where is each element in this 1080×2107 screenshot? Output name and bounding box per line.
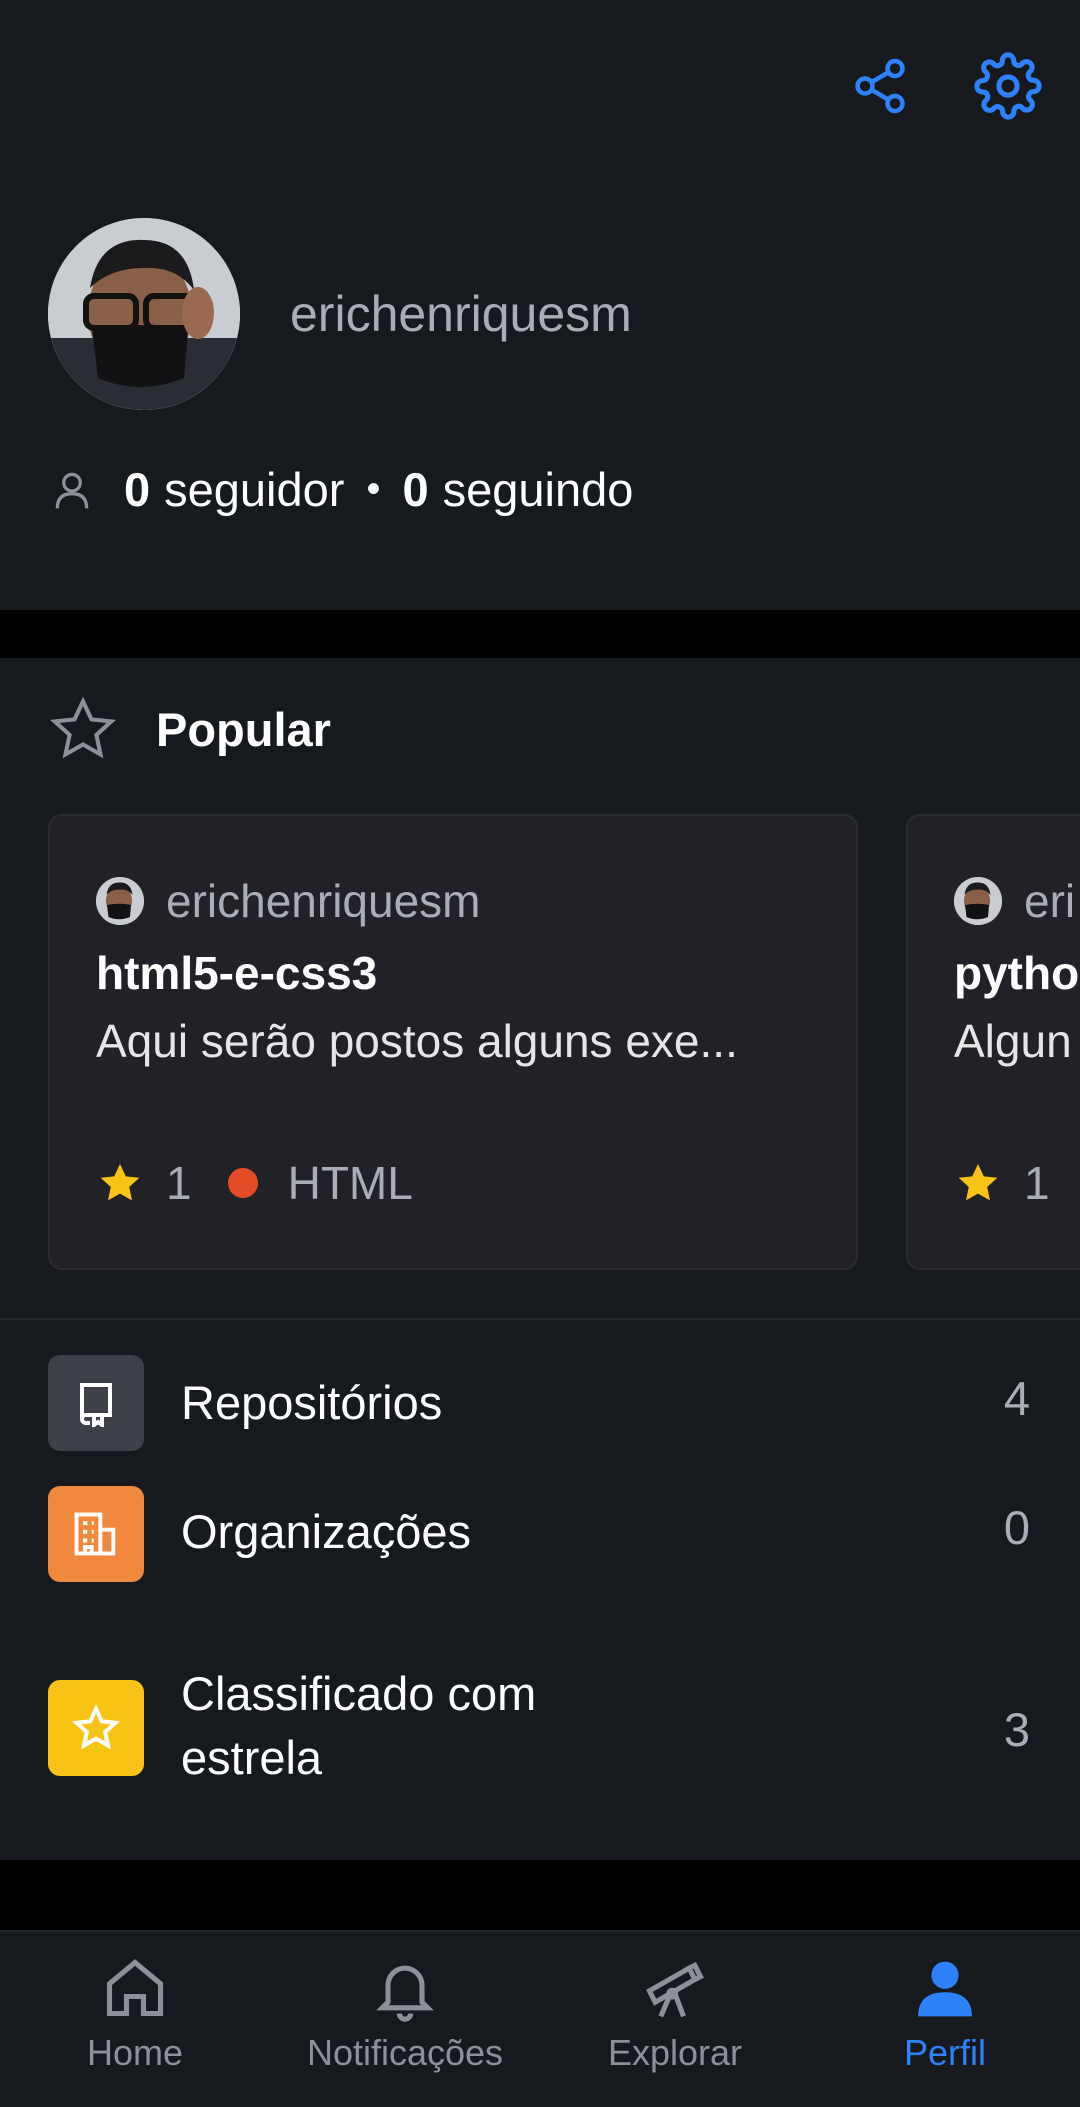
- repo-card[interactable]: erichenriquesm html5-e-css3 Aqui serão p…: [48, 814, 858, 1270]
- repo-language: HTML: [287, 1157, 413, 1209]
- menu-count: 4: [1003, 1372, 1030, 1425]
- nav-profile[interactable]: Perfil: [810, 1954, 1080, 2074]
- owner-avatar: [954, 877, 1002, 925]
- person-outline-icon: [55, 472, 89, 508]
- popular-carousel[interactable]: erichenriquesm html5-e-css3 Aqui serão p…: [0, 814, 1080, 1270]
- menu-item-organizations[interactable]: Organizações 0: [0, 1486, 1080, 1652]
- nav-notifications[interactable]: Notificações: [270, 1954, 540, 2074]
- home-icon: [106, 1959, 164, 2017]
- telescope-icon: [646, 1961, 704, 2018]
- nav-label: Explorar: [607, 2032, 743, 2073]
- repo-card[interactable]: eri pytho Algun 1: [906, 814, 1080, 1270]
- profile-username: erichenriquesm: [290, 286, 632, 342]
- organization-tile: [48, 1486, 144, 1582]
- person-icon: [918, 1961, 972, 2017]
- organization-icon: [74, 1512, 116, 1556]
- top-actions: [844, 50, 1044, 122]
- menu-item-repositories[interactable]: Repositórios 4: [0, 1320, 1080, 1486]
- repo-stars: 1: [1024, 1157, 1050, 1209]
- nav-home[interactable]: Home: [0, 1954, 270, 2074]
- popular-title: Popular: [156, 702, 331, 756]
- repo-tile: [48, 1355, 144, 1451]
- star-icon: [72, 1704, 120, 1750]
- avatar[interactable]: [48, 218, 240, 410]
- profile-page: erichenriquesm 0 seguidor • 0 seguindo P…: [0, 0, 1080, 2107]
- menu-label: Organizações: [181, 1505, 471, 1558]
- star-filled-icon: [958, 1164, 998, 1201]
- star-outline-icon: [49, 696, 117, 759]
- share-button[interactable]: [844, 50, 916, 122]
- repo-description: Aqui serão postos alguns exe...: [96, 1015, 738, 1067]
- nav-label: Perfil: [903, 2032, 987, 2073]
- menu-item-starred[interactable]: Classificado com estrela 3: [0, 1652, 1080, 1858]
- starred-tile: [48, 1680, 144, 1776]
- avatar-photo: [48, 218, 240, 410]
- nav-explore[interactable]: Explorar: [540, 1954, 810, 2074]
- menu-label: Classificado com estrela: [181, 1667, 537, 1784]
- following-count: 0: [402, 463, 429, 516]
- repo-meta: 1 HTML: [96, 1156, 413, 1210]
- profile-header: erichenriquesm 0 seguidor • 0 seguindo: [0, 0, 1080, 610]
- nav-label: Notificações: [306, 2032, 504, 2073]
- owner-name: erichenriquesm: [166, 875, 481, 927]
- repo-name: html5-e-css3: [96, 947, 378, 999]
- menu-count: 3: [1003, 1703, 1030, 1756]
- repo-description: Algun: [954, 1015, 1072, 1067]
- star-filled-icon: [100, 1164, 140, 1201]
- stats-separator: •: [366, 467, 381, 511]
- menu-count: 0: [1003, 1501, 1030, 1554]
- followers-label: seguidor: [164, 463, 345, 516]
- gear-icon: [974, 52, 1042, 120]
- nav-label: Home: [86, 2032, 184, 2073]
- following-label: seguindo: [442, 463, 634, 516]
- popular-section: Popular erichenriquesm html5-e-css3 Aqui…: [0, 658, 1080, 1860]
- repo-meta: 1: [954, 1156, 1050, 1210]
- bottom-navigation: Home Notificações Explorar Perfil: [0, 1930, 1080, 2107]
- followers-count: 0: [124, 463, 151, 516]
- repo-stars: 1: [166, 1157, 192, 1209]
- menu-label: Repositórios: [181, 1376, 443, 1429]
- follow-stats[interactable]: 0 seguidor • 0 seguindo: [50, 462, 633, 517]
- repo-owner: eri: [954, 874, 1075, 928]
- repo-icon: [80, 1383, 112, 1427]
- owner-avatar: [96, 877, 144, 925]
- popular-header: Popular: [48, 694, 331, 764]
- owner-name: eri: [1024, 875, 1076, 927]
- repo-name: pytho: [954, 947, 1080, 999]
- share-icon: [855, 58, 905, 114]
- settings-button[interactable]: [972, 50, 1044, 122]
- bell-icon: [376, 1965, 434, 2022]
- language-color-dot: [227, 1168, 258, 1198]
- repo-owner: erichenriquesm: [96, 874, 480, 928]
